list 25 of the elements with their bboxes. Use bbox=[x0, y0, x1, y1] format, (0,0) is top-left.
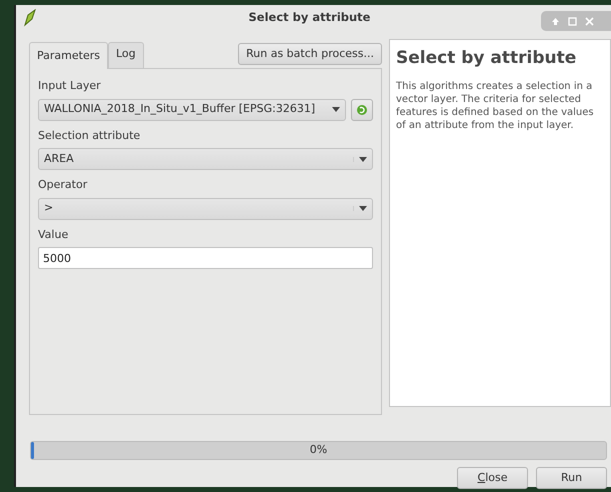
field-label: Operator bbox=[38, 177, 88, 193]
dropdown[interactable]: AREA bbox=[38, 148, 373, 170]
field-label: Input Layer bbox=[38, 78, 102, 94]
field-label: Value bbox=[38, 226, 70, 242]
shade-icon[interactable] bbox=[551, 16, 560, 26]
progress-reading: 0% bbox=[310, 442, 328, 458]
dropdown[interactable]: > bbox=[38, 198, 373, 220]
refresh-icon bbox=[356, 104, 368, 116]
tab[interactable]: Parameters bbox=[29, 42, 108, 69]
caret-icon bbox=[352, 206, 367, 211]
refresh-button[interactable] bbox=[351, 98, 373, 120]
close-button[interactable]: Close bbox=[457, 466, 528, 488]
maximize-icon[interactable] bbox=[568, 16, 577, 26]
value-field[interactable]: 5000 bbox=[38, 247, 373, 269]
dropdown[interactable]: WALLONIA_2018_In_Situ_v1_Buffer [EPSG:32631] bbox=[38, 98, 346, 120]
app-logo-icon bbox=[22, 9, 38, 27]
help-text: This algorithms creates a selection in a vector layer. The criteria for selected features is defined based on the values of an attribute from the input layer. bbox=[396, 80, 595, 132]
caret-icon bbox=[352, 156, 367, 162]
batch-process-button[interactable]: Run as batch process... bbox=[238, 42, 382, 66]
window-title: Select by attribute bbox=[248, 9, 372, 26]
run-button[interactable]: Run bbox=[536, 466, 607, 488]
close-icon[interactable] bbox=[585, 16, 594, 26]
field-label: Selection attribute bbox=[38, 128, 142, 144]
tab[interactable]: Log bbox=[108, 42, 144, 68]
help-title: Select by attribute bbox=[396, 47, 578, 70]
